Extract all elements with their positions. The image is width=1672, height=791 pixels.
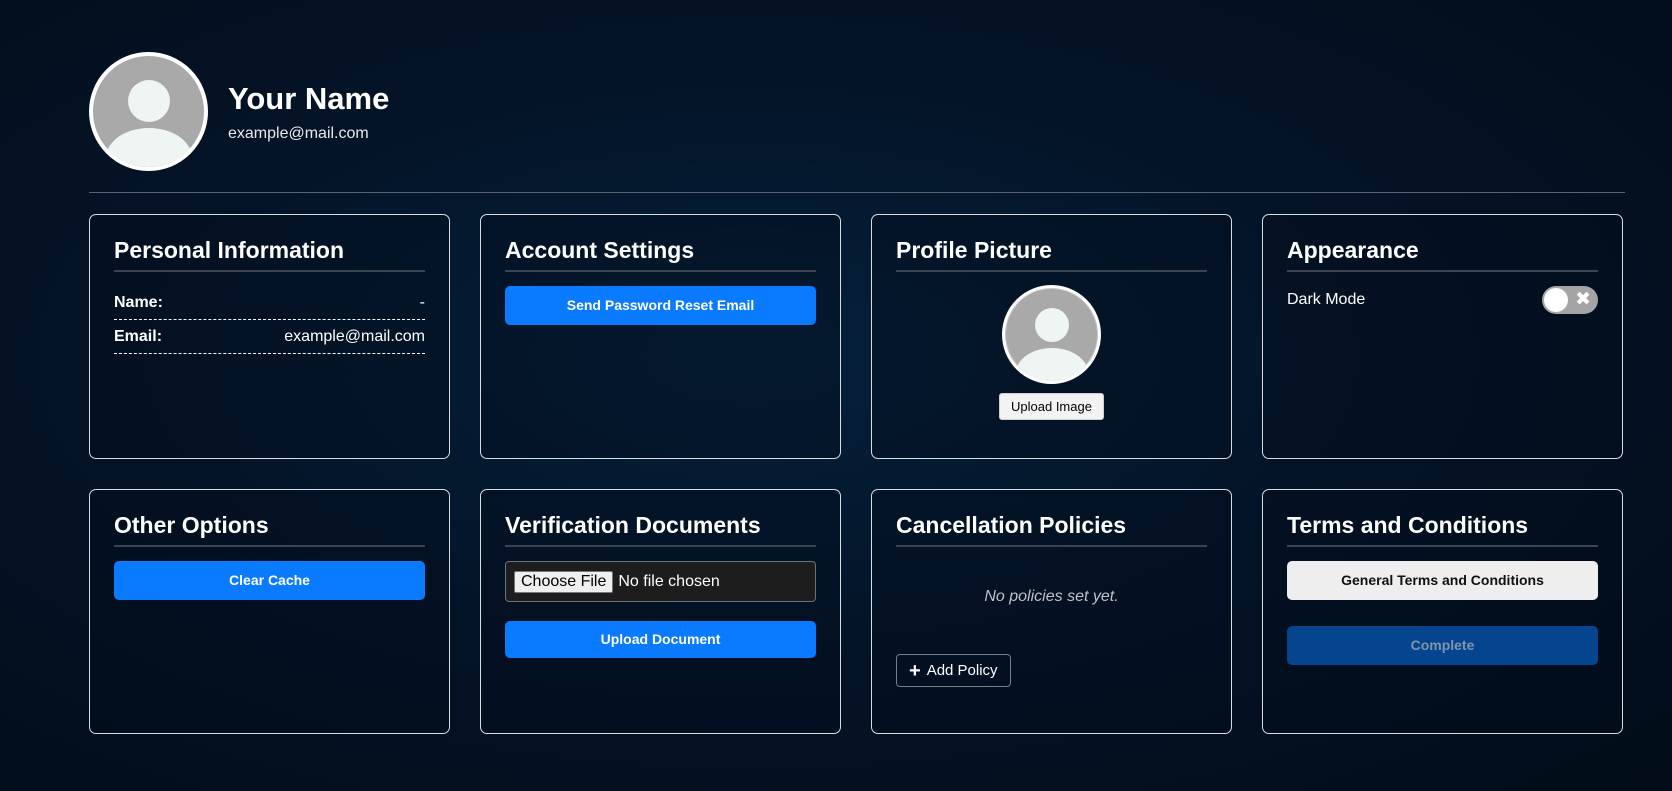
general-terms-button[interactable]: General Terms and Conditions	[1287, 561, 1598, 600]
profile-avatar-icon	[1002, 285, 1101, 384]
user-name: Your Name	[228, 80, 390, 116]
terms-and-conditions-card: Terms and Conditions General Terms and C…	[1262, 489, 1623, 734]
add-policy-label: Add Policy	[926, 662, 998, 679]
card-title: Profile Picture	[896, 237, 1207, 272]
close-icon: ✖	[1575, 289, 1591, 310]
verification-documents-card: Verification Documents Choose File No fi…	[480, 489, 841, 734]
card-title: Personal Information	[114, 237, 425, 272]
dark-mode-row: Dark Mode ✖	[1287, 286, 1598, 314]
header-text: Your Name example@mail.com	[228, 81, 389, 143]
card-title: Cancellation Policies	[896, 512, 1207, 547]
info-label: Name:	[114, 294, 163, 311]
choose-file-button[interactable]: Choose File	[514, 570, 614, 593]
card-title: Verification Documents	[505, 512, 816, 547]
card-title: Appearance	[1287, 237, 1598, 272]
info-label: Email:	[114, 328, 163, 345]
dark-mode-label: Dark Mode	[1287, 291, 1366, 308]
info-row-email: Email: example@mail.com	[114, 320, 425, 354]
cancellation-policies-card: Cancellation Policies No policies set ye…	[871, 489, 1232, 734]
avatar-head-shape	[1034, 308, 1069, 342]
empty-policies-text: No policies set yet.	[984, 588, 1119, 605]
avatar-body-shape	[105, 128, 192, 167]
appearance-card: Appearance Dark Mode ✖	[1262, 214, 1623, 459]
personal-information-card: Personal Information Name: - Email: exam…	[89, 214, 450, 459]
upload-image-button[interactable]: Upload Image	[999, 393, 1104, 420]
upload-document-button[interactable]: Upload Document	[505, 621, 816, 658]
file-input[interactable]: Choose File No file chosen	[505, 561, 816, 602]
complete-button[interactable]: Complete	[1287, 626, 1598, 665]
plus-icon: +	[909, 659, 921, 682]
settings-grid: Personal Information Name: - Email: exam…	[89, 214, 1623, 734]
send-password-reset-button[interactable]: Send Password Reset Email	[505, 286, 816, 325]
info-value: example@mail.com	[284, 328, 425, 345]
profile-picture-card: Profile Picture Upload Image	[871, 214, 1232, 459]
card-title: Other Options	[114, 512, 425, 547]
file-status: No file chosen	[618, 572, 720, 590]
toggle-knob	[1544, 288, 1568, 312]
user-avatar-icon	[89, 52, 208, 171]
header-divider	[89, 192, 1625, 193]
account-settings-card: Account Settings Send Password Reset Ema…	[480, 214, 841, 459]
add-policy-button[interactable]: + Add Policy	[896, 654, 1011, 687]
card-title: Account Settings	[505, 237, 816, 272]
profile-picture-wrap: Upload Image	[896, 285, 1207, 420]
avatar-body-shape	[1015, 348, 1088, 381]
info-row-name: Name: -	[114, 286, 425, 320]
profile-header: Your Name example@mail.com	[89, 52, 389, 171]
info-value: -	[419, 294, 425, 311]
clear-cache-button[interactable]: Clear Cache	[114, 561, 425, 600]
avatar-head-shape	[127, 80, 170, 122]
other-options-card: Other Options Clear Cache	[89, 489, 450, 734]
dark-mode-toggle[interactable]: ✖	[1542, 286, 1598, 314]
card-title: Terms and Conditions	[1287, 512, 1598, 547]
user-email: example@mail.com	[228, 124, 369, 142]
